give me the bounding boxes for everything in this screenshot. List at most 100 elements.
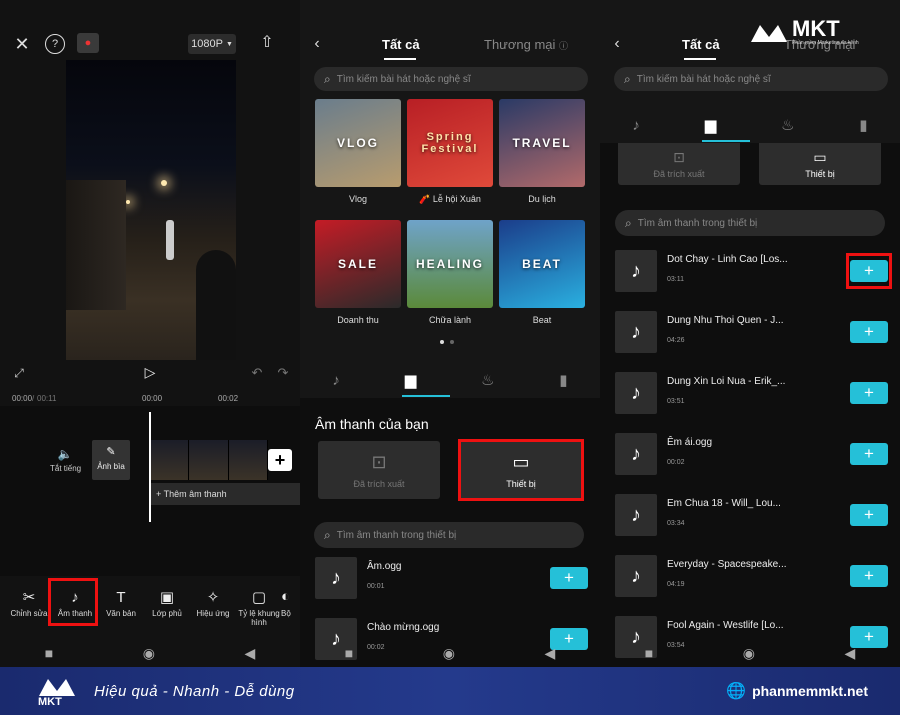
song-duration: 04:19 [667,581,685,588]
tile-caption: Vlog [348,194,367,204]
song-title: Dot Chay - Linh Cao [Los... [667,254,788,265]
category-bar: ♪ ▆ ♨ ▮ [300,360,600,400]
add-song-button[interactable]: + [550,567,588,589]
mkt-watermark-logo: MKT Phần mềm Marketing đa kênh [750,12,900,52]
speaker-icon[interactable]: 🔈 [58,447,73,461]
bookmark-icon[interactable]: ▮ [859,116,867,134]
video-preview[interactable] [66,60,236,360]
song-row[interactable]: ♪ Âm.ogg 00:01 + [315,557,590,607]
tab-all[interactable]: Tất cả [682,37,720,52]
record-button[interactable]: ● [77,33,99,53]
song-row[interactable]: ♪ Êm ái.ogg 00:02 + [615,433,890,483]
song-row[interactable]: ♪ Dung Xin Loi Nua - Erik_... 03:51 + [615,372,890,422]
song-row[interactable]: ♪ Em Chua 18 - Will_ Lou... 03:34 + [615,494,890,544]
android-nav-bar: ■ ◉ ◀ [0,639,300,667]
device-search-input[interactable]: ⌕ Tìm âm thanh trong thiết bị [615,210,885,236]
add-song-button[interactable]: + [850,504,888,526]
folder-icon[interactable]: ▆ [405,371,417,389]
mute-label[interactable]: Tắt tiếng [50,464,81,473]
toolbar-effects[interactable]: ✧ Hiệu ứng [189,588,237,618]
back-icon[interactable]: ◀ [544,645,555,662]
play-icon[interactable]: ▷ [142,364,158,380]
resolution-dropdown[interactable]: 1080P ▼ [188,34,236,54]
tile-caption: 🧨 Lễ hội Xuân [419,194,481,204]
song-row[interactable]: ♪ Dung Nhu Thoi Quen - J... 04:26 + [615,311,890,361]
song-duration: 00:01 [367,583,385,590]
cover-button[interactable]: ✎ Ảnh bìa [92,440,130,480]
tile-caption: Du lịch [528,194,556,204]
category-bar: ♪ ▆ ♨ ▮ [600,105,900,145]
search-input[interactable]: ⌕ Tìm kiếm bài hát hoặc nghệ sĩ [314,67,588,91]
song-row[interactable]: ♪ Everyday - Spacespeake... 04:19 + [615,555,890,605]
song-title: Êm ái.ogg [667,437,713,448]
add-song-button[interactable]: + [850,321,888,343]
recent-apps-icon[interactable]: ■ [45,645,53,661]
device-audio-panel: ‹ Tất cả Thương mại ⌕ Tìm kiếm bài hát h… [600,0,900,667]
tab-all[interactable]: Tất cả [382,37,420,52]
toolbar-filter[interactable]: ◐ Bộ [281,588,300,618]
toolbar-text[interactable]: T Văn bản [97,588,145,619]
pencil-icon: ✎ [106,445,116,458]
recent-apps-icon[interactable]: ■ [645,645,653,661]
tile-beat[interactable]: BEAT [499,220,585,308]
tile-caption: Chữa lành [428,315,472,325]
toolbar-aspect-ratio[interactable]: ▢ Tỷ lệ khung hình [235,588,283,627]
recent-apps-icon[interactable]: ■ [345,645,353,661]
home-icon[interactable]: ◉ [443,645,455,662]
tiktok-icon[interactable]: ♪ [332,372,340,389]
playhead[interactable] [149,412,151,522]
search-icon: ⌕ [324,71,331,86]
time-indicator: 00:00 / 00:11 00:00 00:02 [12,394,239,403]
flame-icon[interactable]: ♨ [781,116,794,134]
export-icon[interactable]: ⇧ [258,32,276,52]
device-search-input[interactable]: ⌕ Tìm âm thanh trong thiết bị [314,522,584,548]
add-song-button[interactable]: + [850,565,888,587]
song-title: Fool Again - Westlife [Lo... [667,620,784,631]
close-icon[interactable]: ✕ [12,34,32,54]
resolution-value: 1080P [191,38,223,50]
add-song-button[interactable]: + [850,443,888,465]
music-note-icon: ♪ [615,372,657,414]
toolbar-edit[interactable]: ✂ Chỉnh sửa [5,588,53,618]
tile-vlog[interactable]: VLOG [315,99,401,187]
extracted-card[interactable]: ⊡ Đã trích xuất [318,441,440,499]
add-clip-button[interactable]: + [268,449,292,471]
back-arrow-icon[interactable]: ‹ [310,35,324,52]
music-note-icon: ♪ [315,557,357,599]
add-song-button[interactable]: + [850,382,888,404]
tile-title: SALE [337,257,378,271]
back-icon[interactable]: ◀ [244,645,255,662]
extracted-card[interactable]: ⊡ Đã trích xuất [618,143,740,185]
fullscreen-icon[interactable]: ⤢ [12,366,26,380]
tab-commercial[interactable]: Thương mại ⓘ [484,37,568,52]
tile-sale[interactable]: SALE [315,220,401,308]
help-icon[interactable]: ? [45,34,65,54]
back-icon[interactable]: ◀ [844,645,855,662]
tile-spring-festival[interactable]: Spring Festival [407,99,493,187]
website-link[interactable]: 🌐 phanmemmkt.net [726,681,868,701]
bookmark-icon[interactable]: ▮ [559,371,567,389]
home-icon[interactable]: ◉ [143,645,155,662]
tile-travel[interactable]: TRAVEL [499,99,585,187]
undo-icon[interactable]: ↶ [250,365,264,380]
time-total: 00:11 [37,394,57,403]
folder-icon[interactable]: ▆ [705,116,717,134]
toolbar-overlay[interactable]: ▣ Lớp phủ [143,588,191,618]
music-note-icon: ♪ [615,250,657,292]
music-note-icon: ♪ [615,311,657,353]
aspect-ratio-icon: ▢ [251,589,267,606]
tiktok-icon[interactable]: ♪ [632,117,640,134]
flame-icon: ● [84,37,92,49]
tile-healing[interactable]: HEALING [407,220,493,308]
back-arrow-icon[interactable]: ‹ [610,35,624,52]
device-card[interactable]: ▭ Thiết bị [759,143,881,185]
flame-icon[interactable]: ♨ [481,371,494,389]
video-clip-strip[interactable] [150,440,268,480]
home-icon[interactable]: ◉ [743,645,755,662]
time-current: 00:00 [12,394,33,403]
section-title: Âm thanh của bạn [315,416,429,432]
redo-icon[interactable]: ↷ [276,365,290,380]
add-audio-track[interactable]: + Thêm âm thanh [150,483,300,505]
search-input[interactable]: ⌕ Tìm kiếm bài hát hoặc nghệ sĩ [614,67,888,91]
scissors-icon: ✂ [22,589,36,606]
